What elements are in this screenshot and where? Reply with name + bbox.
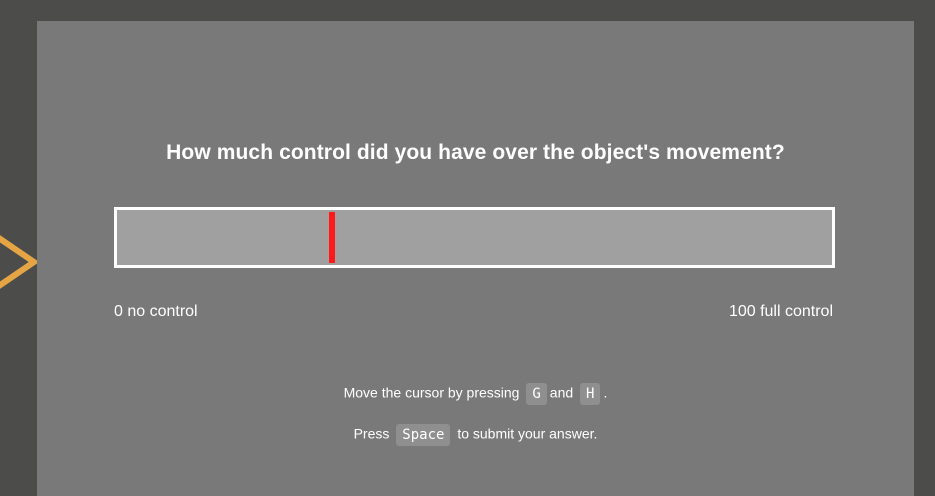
move-instruction-prefix: Move the cursor by pressing — [343, 384, 520, 401]
scale-max-label: 100 full control — [728, 303, 833, 320]
key-h-badge: H — [580, 383, 601, 405]
move-instruction-suffix: . — [603, 384, 608, 401]
key-g-badge: G — [526, 383, 547, 405]
submit-instruction-suffix: to submit your answer. — [457, 425, 598, 442]
key-space-badge: Space — [396, 424, 451, 446]
scale-min-label: 0 no control — [114, 303, 198, 320]
rating-slider[interactable] — [114, 207, 835, 268]
slider-cursor[interactable] — [328, 212, 335, 263]
move-instruction: Move the cursor by pressing Gand H. — [37, 383, 914, 405]
submit-instruction-prefix: Press — [353, 425, 390, 442]
question-panel: How much control did you have over the o… — [37, 21, 914, 496]
chevron-left-icon[interactable] — [0, 222, 40, 302]
submit-instruction: Press Space to submit your answer. — [37, 424, 914, 446]
question-text: How much control did you have over the o… — [166, 141, 785, 164]
experiment-screen: How much control did you have over the o… — [0, 0, 935, 496]
move-instruction-and: and — [549, 384, 574, 401]
